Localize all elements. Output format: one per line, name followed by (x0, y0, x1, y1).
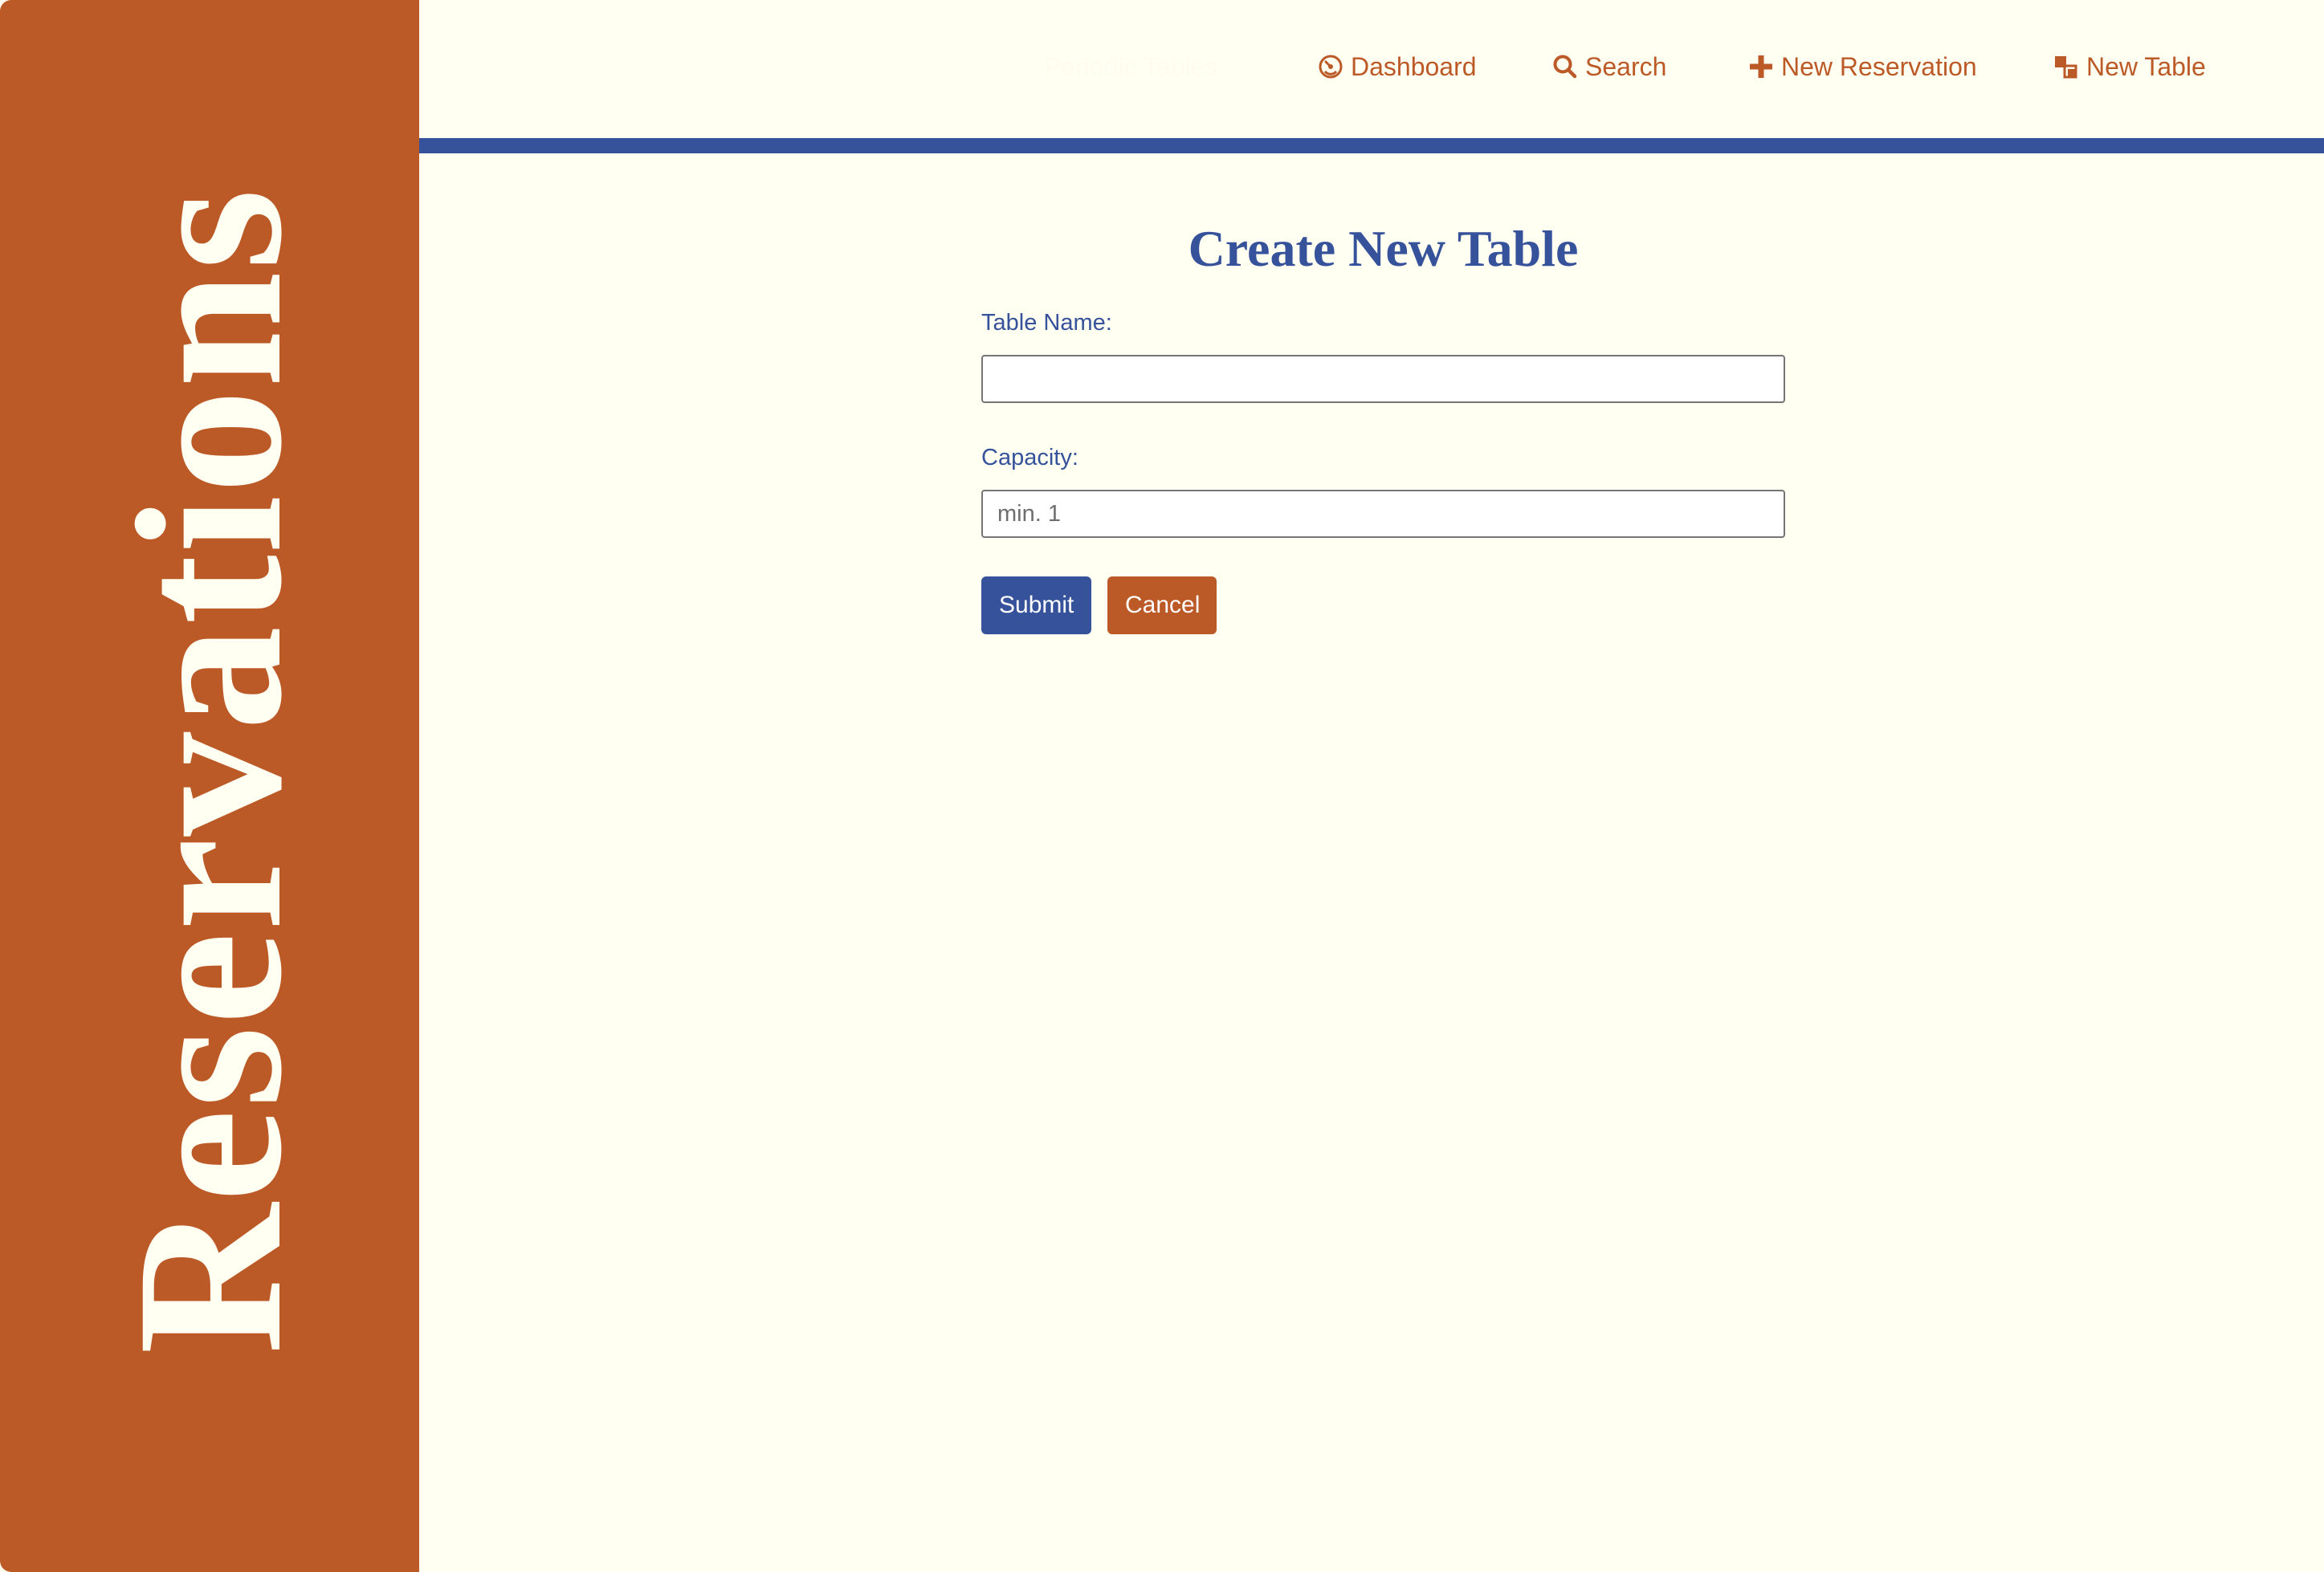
top-nav: Periodic Tables Dashboard Search New Res… (419, 0, 2324, 138)
search-icon (1551, 53, 1579, 80)
nav-item-new-reservation[interactable]: New Reservation (1747, 47, 1977, 87)
create-table-form: Create New Table Table Name: Capacity: S… (981, 209, 1785, 634)
nav-item-label: Dashboard (1351, 51, 1477, 81)
dashboard-icon (1317, 53, 1344, 80)
table-name-input[interactable] (981, 355, 1785, 403)
page-title: Create New Table (1188, 220, 1579, 277)
nav-item-dashboard[interactable]: Dashboard (1317, 47, 1477, 87)
capacity-label: Capacity: (981, 445, 1078, 470)
plus-icon (1747, 53, 1775, 80)
sidebar-brand-title: Reservations (94, 187, 325, 1354)
capacity-input[interactable] (981, 490, 1785, 538)
nav-item-label: Periodic Tables (1044, 51, 1218, 81)
app-page: Reservations Periodic Tables Dashboard S… (0, 0, 2324, 1572)
nav-item-label: New Table (2086, 51, 2206, 81)
submit-button[interactable]: Submit (981, 576, 1091, 634)
new-table-icon (2053, 53, 2080, 80)
cancel-button[interactable]: Cancel (1107, 576, 1217, 634)
sidebar: Reservations (0, 0, 419, 1572)
nav-item-new-table[interactable]: New Table (2053, 47, 2206, 87)
nav-item-search[interactable]: Search (1551, 47, 1666, 87)
nav-item-periodic-tables[interactable]: Periodic Tables (1044, 47, 1217, 87)
nav-item-label: New Reservation (1781, 51, 1977, 81)
field-spacer (981, 403, 1785, 442)
table-name-label: Table Name: (981, 310, 1112, 336)
form-actions: Submit Cancel (981, 576, 1785, 634)
nav-divider (419, 138, 2324, 153)
nav-item-label: Search (1585, 51, 1667, 81)
